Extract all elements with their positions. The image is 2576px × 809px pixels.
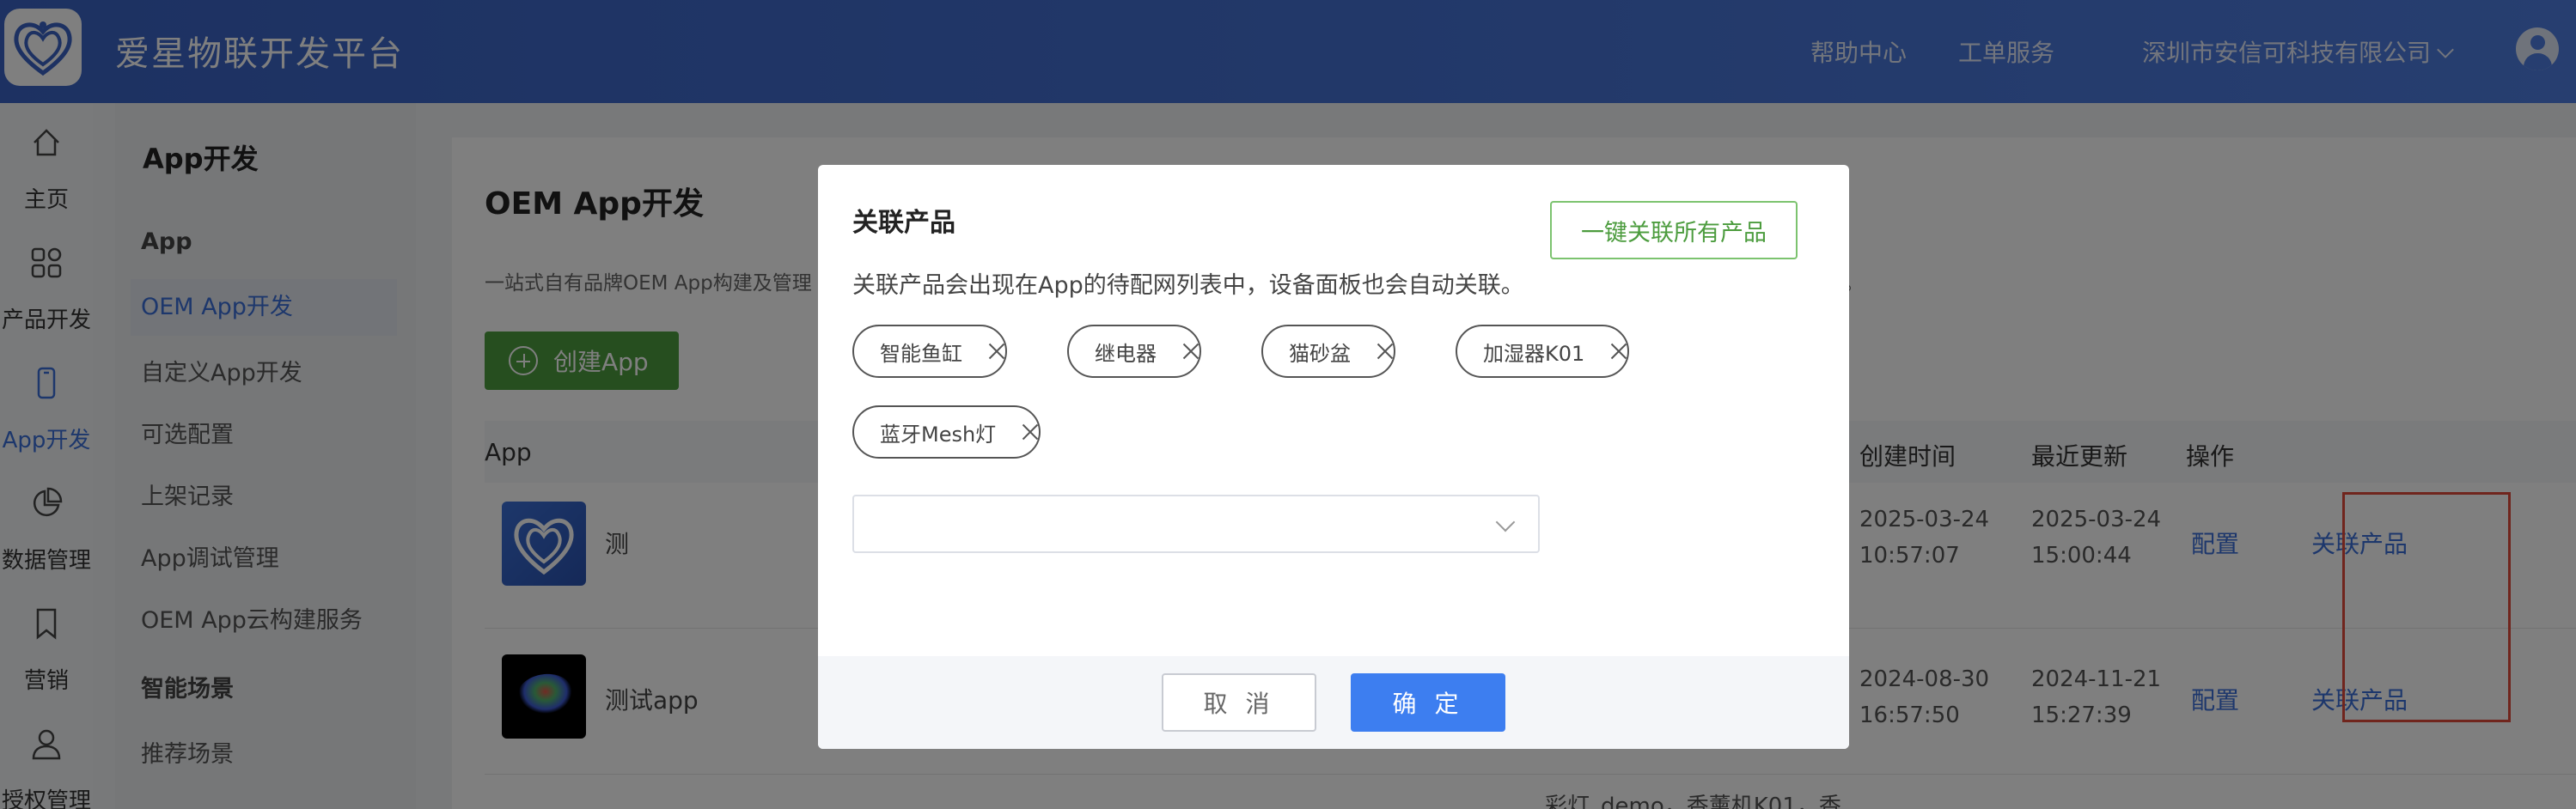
- close-icon[interactable]: [1182, 343, 1199, 360]
- link-product-dialog: 关联产品 一键关联所有产品 关联产品会出现在App的待配网列表中，设备面板也会自…: [818, 165, 1849, 749]
- product-tag: 加湿器K01: [1456, 325, 1630, 378]
- close-icon[interactable]: [1377, 343, 1394, 360]
- tag-label: 继电器: [1095, 341, 1157, 366]
- link-all-products-button[interactable]: 一键关联所有产品: [1550, 201, 1798, 259]
- confirm-button[interactable]: 确 定: [1351, 673, 1505, 732]
- close-icon[interactable]: [1610, 343, 1627, 360]
- product-tag: 继电器: [1067, 325, 1201, 378]
- close-icon[interactable]: [988, 343, 1005, 360]
- product-tag: 蓝牙Mesh灯: [852, 405, 1041, 459]
- tag-label: 猫砂盆: [1289, 341, 1351, 366]
- tag-label: 智能鱼缸: [880, 341, 962, 366]
- tag-label: 蓝牙Mesh灯: [880, 422, 997, 447]
- dialog-description: 关联产品会出现在App的待配网列表中，设备面板也会自动关联。: [852, 272, 1524, 299]
- dialog-footer: 取 消 确 定: [818, 656, 1849, 749]
- product-tag: 智能鱼缸: [852, 325, 1007, 378]
- chevron-down-icon: [1495, 512, 1516, 532]
- tag-label: 加湿器K01: [1483, 341, 1585, 366]
- product-tag: 猫砂盆: [1261, 325, 1395, 378]
- product-select[interactable]: [852, 495, 1540, 553]
- cancel-button[interactable]: 取 消: [1162, 673, 1316, 732]
- close-icon[interactable]: [1022, 423, 1039, 441]
- dialog-title: 关联产品: [852, 208, 955, 238]
